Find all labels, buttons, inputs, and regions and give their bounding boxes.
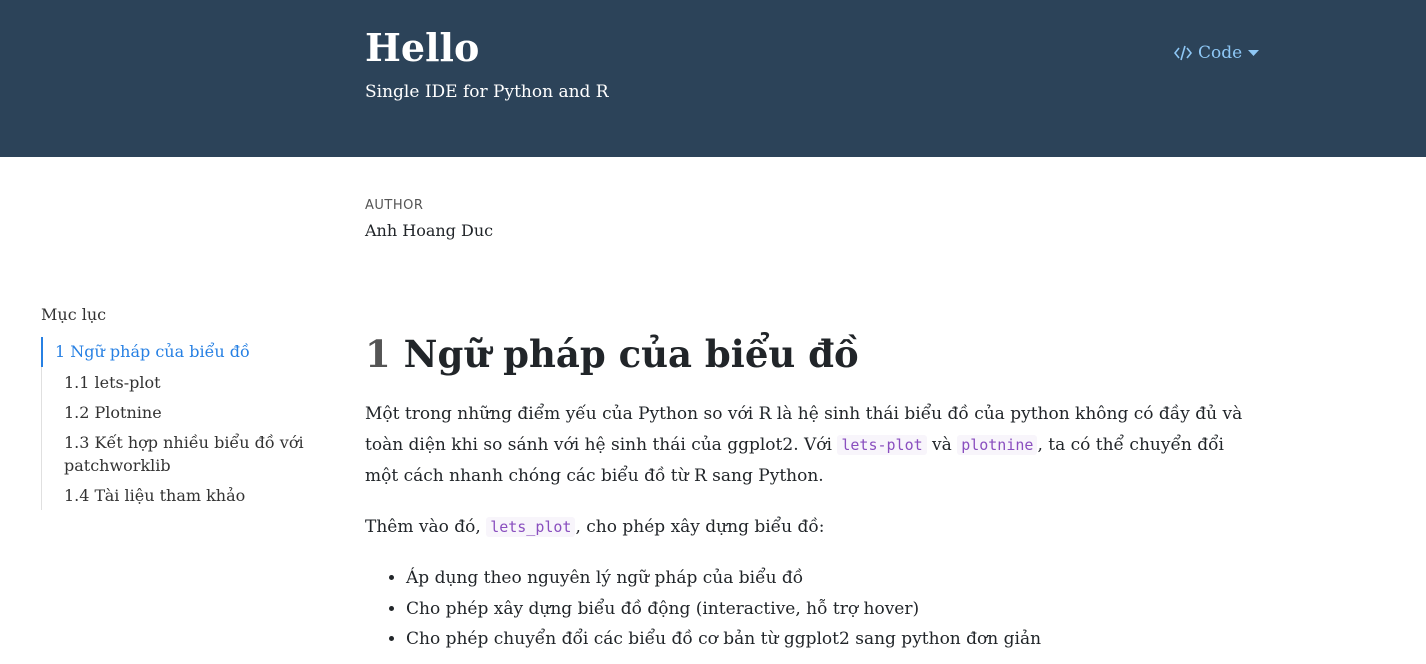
inline-code: lets-plot (837, 435, 927, 455)
toc-link[interactable]: 1.1 lets-plot (64, 371, 322, 394)
paragraph-1: Một trong những điểm yếu của Python so v… (365, 399, 1245, 492)
code-button-label: Code (1198, 43, 1243, 63)
inline-code: lets_plot (486, 517, 576, 537)
inline-code: plotnine (957, 435, 1038, 455)
paragraph-text: và (926, 435, 958, 455)
toc-item-1-4[interactable]: 1.4 Tài liệu tham khảo (42, 480, 322, 510)
toc-item-1-2[interactable]: 1.2 Plotnine (42, 397, 322, 427)
toc-item-1-1[interactable]: 1.1 lets-plot (42, 367, 322, 397)
toc-link[interactable]: 1.4 Tài liệu tham khảo (64, 484, 322, 507)
main-content: Một trong những điểm yếu của Python so v… (365, 399, 1245, 655)
toc-link[interactable]: 1.2 Plotnine (64, 401, 322, 424)
section-heading-text: Ngữ pháp của biểu đồ (403, 332, 859, 376)
code-icon (1174, 44, 1192, 62)
toc-item-1-3[interactable]: 1.3 Kết hợp nhiều biểu đồ với patchworkl… (42, 427, 322, 480)
paragraph-text: Thêm vào đó, (365, 517, 487, 537)
section-heading: 1 Ngữ pháp của biểu đồ (365, 330, 859, 378)
feature-list: Áp dụng theo nguyên lý ngữ pháp của biểu… (365, 563, 1245, 655)
page-subtitle: Single IDE for Python and R (365, 82, 609, 102)
code-tools-button[interactable]: Code (1174, 40, 1260, 66)
author-label: AUTHOR (365, 198, 424, 213)
section-number: 1 (365, 332, 391, 376)
paragraph-2: Thêm vào đó, lets_plot, cho phép xây dựn… (365, 512, 1245, 543)
paragraph-text: , cho phép xây dựng biểu đồ: (575, 517, 825, 537)
table-of-contents: 1 Ngữ pháp của biểu đồ 1.1 lets-plot 1.2… (41, 337, 322, 510)
caret-down-icon (1248, 49, 1260, 57)
page-title: Hello (365, 25, 480, 70)
toc-title: Mục lục (41, 305, 107, 324)
toc-link[interactable]: 1 Ngữ pháp của biểu đồ (55, 340, 322, 363)
list-item: Cho phép xây dựng biểu đồ động (interact… (406, 594, 1245, 625)
title-banner: Hello Single IDE for Python and R Code (0, 0, 1426, 157)
toc-link[interactable]: 1.3 Kết hợp nhiều biểu đồ với patchworkl… (64, 431, 322, 477)
list-item: Cho phép chuyển đổi các biểu đồ cơ bản t… (406, 624, 1245, 655)
toc-item-1[interactable]: 1 Ngữ pháp của biểu đồ (41, 337, 322, 367)
list-item: Áp dụng theo nguyên lý ngữ pháp của biểu… (406, 563, 1245, 594)
author-name: Anh Hoang Duc (365, 221, 494, 240)
